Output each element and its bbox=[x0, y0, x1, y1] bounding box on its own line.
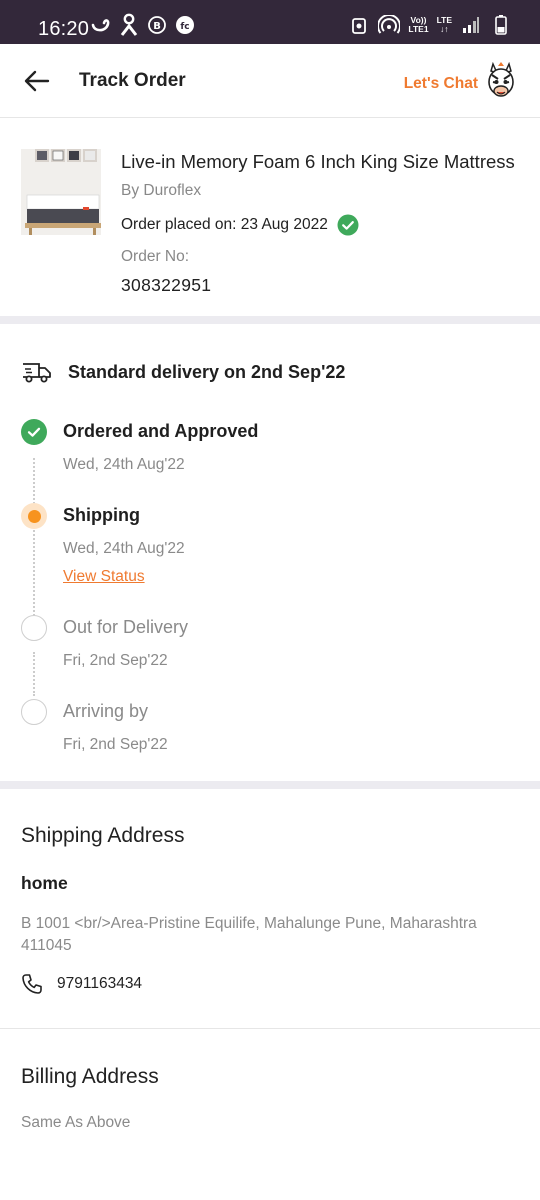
b-circle-icon: B bbox=[146, 14, 168, 36]
step-title-out-for-delivery: Out for Delivery bbox=[63, 617, 189, 637]
product-brand: By Duroflex bbox=[121, 182, 202, 199]
check-circle-icon bbox=[337, 214, 359, 236]
product-card: Live-in Memory Foam 6 Inch King Size Mat… bbox=[0, 118, 540, 316]
step-date-arriving-by: Fri, 2nd Sep'22 bbox=[63, 736, 168, 753]
address-name: home bbox=[21, 873, 68, 893]
delivery-header: Standard delivery on 2nd Sep'22 bbox=[22, 360, 345, 384]
alarm-icon bbox=[348, 14, 370, 36]
phone-icon bbox=[22, 974, 42, 994]
step-title-ordered: Ordered and Approved bbox=[63, 421, 259, 441]
section-divider bbox=[0, 316, 540, 324]
timeline-connector bbox=[33, 530, 35, 616]
hotspot-icon bbox=[378, 14, 401, 36]
timeline-connector bbox=[33, 652, 35, 696]
step-done-icon bbox=[21, 419, 47, 445]
arrow-left-icon bbox=[24, 70, 50, 92]
step-pending-icon bbox=[21, 615, 47, 641]
view-status-link[interactable]: View Status bbox=[63, 568, 145, 586]
person-icon bbox=[118, 13, 140, 36]
back-button[interactable] bbox=[20, 64, 54, 98]
billing-address-title: Billing Address bbox=[21, 1065, 159, 1088]
billing-address-section: Billing Address Same As Above bbox=[0, 1030, 540, 1200]
page-title: Track Order bbox=[79, 70, 186, 91]
signal-icon bbox=[460, 14, 482, 36]
step-title-arriving-by: Arriving by bbox=[63, 701, 149, 721]
lets-chat-button[interactable]: Let's Chat bbox=[403, 61, 518, 105]
step-date-ordered: Wed, 24th Aug'22 bbox=[63, 456, 185, 473]
delivery-truck-icon bbox=[23, 363, 51, 383]
status-bar: 16:20 B fc Vo)) LTE1 LTE ↓↑ bbox=[0, 0, 540, 44]
step-active-icon bbox=[21, 503, 47, 529]
zebra-mascot-icon bbox=[484, 61, 518, 105]
product-image[interactable] bbox=[21, 149, 101, 235]
step-date-shipping: Wed, 24th Aug'22 bbox=[63, 540, 185, 557]
phone-row: 9791163434 bbox=[21, 973, 142, 995]
delivery-tracker: Standard delivery on 2nd Sep'22 Ordered … bbox=[0, 324, 540, 780]
shipping-address-section: Shipping Address home B 1001 <br/>Area-P… bbox=[0, 789, 540, 1029]
status-time: 16:20 bbox=[38, 18, 90, 40]
billing-address-text: Same As Above bbox=[21, 1114, 131, 1131]
swirl-icon bbox=[90, 14, 112, 36]
lte1-label: LTE1 bbox=[408, 24, 429, 34]
product-name: Live-in Memory Foam 6 Inch King Size Mat… bbox=[121, 151, 515, 172]
shipping-address-title: Shipping Address bbox=[21, 824, 185, 847]
svg-text:fc: fc bbox=[180, 22, 189, 32]
step-title-shipping: Shipping bbox=[63, 505, 140, 525]
svg-text:B: B bbox=[153, 21, 161, 32]
section-divider bbox=[0, 781, 540, 789]
step-pending-icon bbox=[21, 699, 47, 725]
address-text: B 1001 <br/>Area-Pristine Equilife, Maha… bbox=[21, 915, 477, 954]
order-placed-row: Order placed on: 23 Aug 2022 bbox=[121, 214, 359, 236]
lets-chat-label: Let's Chat bbox=[403, 74, 478, 92]
phone-number: 9791163434 bbox=[57, 975, 143, 992]
data-arrows-label: ↓↑ bbox=[440, 24, 449, 34]
order-placed-text: Order placed on: 23 Aug 2022 bbox=[121, 216, 328, 233]
fc-circle-icon: fc bbox=[174, 14, 196, 36]
order-number: 308322951 bbox=[121, 275, 212, 295]
app-bar: Track Order Let's Chat bbox=[0, 44, 540, 118]
order-no-label: Order No: bbox=[121, 248, 190, 265]
delivery-title: Standard delivery on 2nd Sep'22 bbox=[68, 361, 346, 382]
step-date-out-for-delivery: Fri, 2nd Sep'22 bbox=[63, 652, 168, 669]
battery-icon bbox=[490, 14, 512, 36]
